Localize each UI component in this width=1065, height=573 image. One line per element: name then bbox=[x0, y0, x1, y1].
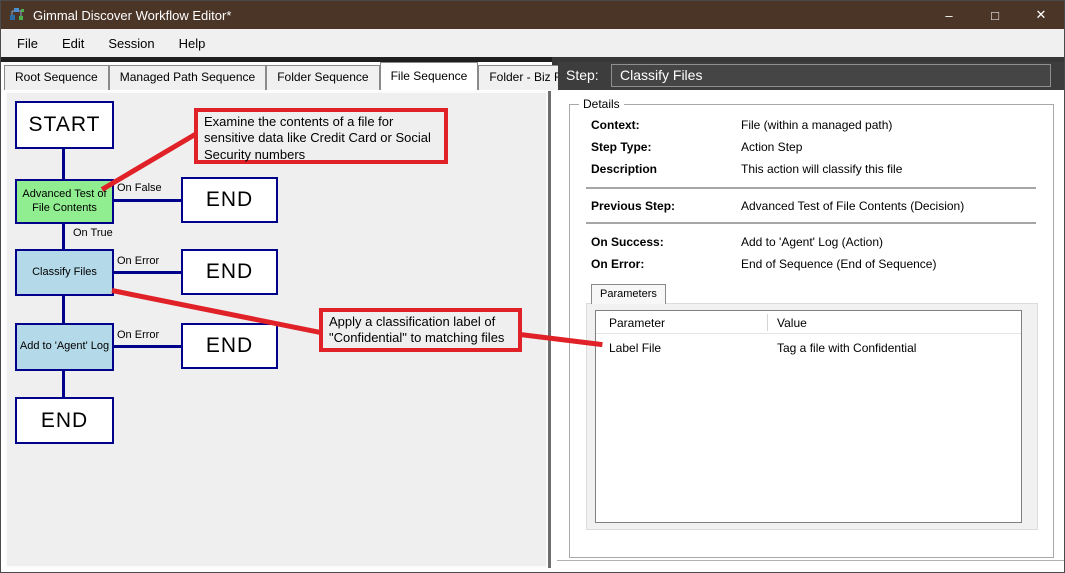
field-value-step-type: Action Step bbox=[741, 140, 802, 154]
window-title: Gimmal Discover Workflow Editor* bbox=[33, 8, 231, 23]
node-start[interactable]: START bbox=[15, 101, 114, 149]
field-label-step-type: Step Type: bbox=[591, 140, 651, 154]
edge-label-on-error-1: On Error bbox=[117, 255, 159, 267]
step-header: Step: Classify Files bbox=[558, 62, 1064, 90]
app-window: Gimmal Discover Workflow Editor* – □ ✕ F… bbox=[0, 0, 1065, 573]
step-title: Classify Files bbox=[611, 64, 1051, 87]
cell-value[interactable]: Tag a file with Confidential bbox=[777, 341, 916, 355]
menu-file[interactable]: File bbox=[5, 32, 50, 55]
field-value-on-success: Add to 'Agent' Log (Action) bbox=[741, 235, 883, 249]
menu-session[interactable]: Session bbox=[96, 32, 166, 55]
connector-start-to-test bbox=[62, 149, 65, 181]
connector-log-to-end-error bbox=[113, 345, 182, 348]
column-divider bbox=[767, 314, 768, 331]
details-legend: Details bbox=[579, 97, 624, 111]
edge-label-on-true: On True bbox=[73, 227, 113, 239]
tab-folder-sequence[interactable]: Folder Sequence bbox=[266, 65, 379, 90]
annotation-examine: Examine the contents of a file for sensi… bbox=[194, 108, 448, 164]
step-header-label: Step: bbox=[566, 67, 599, 83]
field-label-description: Description bbox=[591, 162, 657, 176]
field-label-previous-step: Previous Step: bbox=[591, 199, 675, 213]
column-header-parameter[interactable]: Parameter bbox=[609, 316, 665, 330]
parameters-grid[interactable]: Parameter Value Label File Tag a file wi… bbox=[595, 310, 1022, 523]
minimize-button[interactable]: – bbox=[926, 1, 972, 29]
column-header-value[interactable]: Value bbox=[777, 316, 807, 330]
close-button[interactable]: ✕ bbox=[1018, 1, 1064, 29]
field-value-context: File (within a managed path) bbox=[741, 118, 892, 132]
connector-classify-to-log bbox=[62, 294, 65, 325]
node-agent-log[interactable]: Add to 'Agent' Log bbox=[15, 323, 114, 371]
field-value-on-error: End of Sequence (End of Sequence) bbox=[741, 257, 936, 271]
cell-parameter[interactable]: Label File bbox=[609, 341, 661, 355]
window-controls: – □ ✕ bbox=[926, 1, 1064, 29]
field-label-context: Context: bbox=[591, 118, 640, 132]
details-separator-2 bbox=[586, 222, 1036, 224]
panel-splitter[interactable] bbox=[548, 91, 551, 568]
node-end-on-false[interactable]: END bbox=[181, 177, 278, 223]
app-icon bbox=[9, 7, 25, 23]
menu-help[interactable]: Help bbox=[167, 32, 218, 55]
edge-label-on-error-2: On Error bbox=[117, 329, 159, 341]
connector-log-to-end bbox=[62, 369, 65, 399]
menu-bar: File Edit Session Help bbox=[1, 29, 1064, 57]
node-classify-files[interactable]: Classify Files bbox=[15, 249, 114, 296]
maximize-button[interactable]: □ bbox=[972, 1, 1018, 29]
field-value-previous-step: Advanced Test of File Contents (Decision… bbox=[741, 199, 964, 213]
annotation-apply: Apply a classification label of "Confide… bbox=[319, 308, 522, 352]
connector-test-to-end-false bbox=[113, 199, 182, 202]
title-bar: Gimmal Discover Workflow Editor* – □ ✕ bbox=[1, 1, 1064, 29]
edge-label-on-false: On False bbox=[117, 182, 162, 194]
connector-classify-to-end-error bbox=[113, 271, 182, 274]
menu-edit[interactable]: Edit bbox=[50, 32, 96, 55]
node-end-on-error-1[interactable]: END bbox=[181, 249, 278, 295]
field-label-on-success: On Success: bbox=[591, 235, 664, 249]
field-label-on-error: On Error: bbox=[591, 257, 644, 271]
tab-root-sequence[interactable]: Root Sequence bbox=[4, 65, 109, 90]
details-separator-1 bbox=[586, 187, 1036, 189]
parameters-grid-header: Parameter Value bbox=[596, 311, 1021, 334]
field-value-description: This action will classify this file bbox=[741, 162, 902, 176]
node-end-on-error-2[interactable]: END bbox=[181, 323, 278, 369]
panel-bottom-edge bbox=[557, 560, 1064, 561]
connector-test-to-classify bbox=[62, 222, 65, 251]
node-advanced-test[interactable]: Advanced Test of File Contents bbox=[15, 179, 114, 224]
node-end-final[interactable]: END bbox=[15, 397, 114, 444]
tab-managed-path-sequence[interactable]: Managed Path Sequence bbox=[109, 65, 266, 90]
tab-parameters[interactable]: Parameters bbox=[591, 284, 666, 304]
tab-file-sequence[interactable]: File Sequence bbox=[380, 62, 479, 90]
